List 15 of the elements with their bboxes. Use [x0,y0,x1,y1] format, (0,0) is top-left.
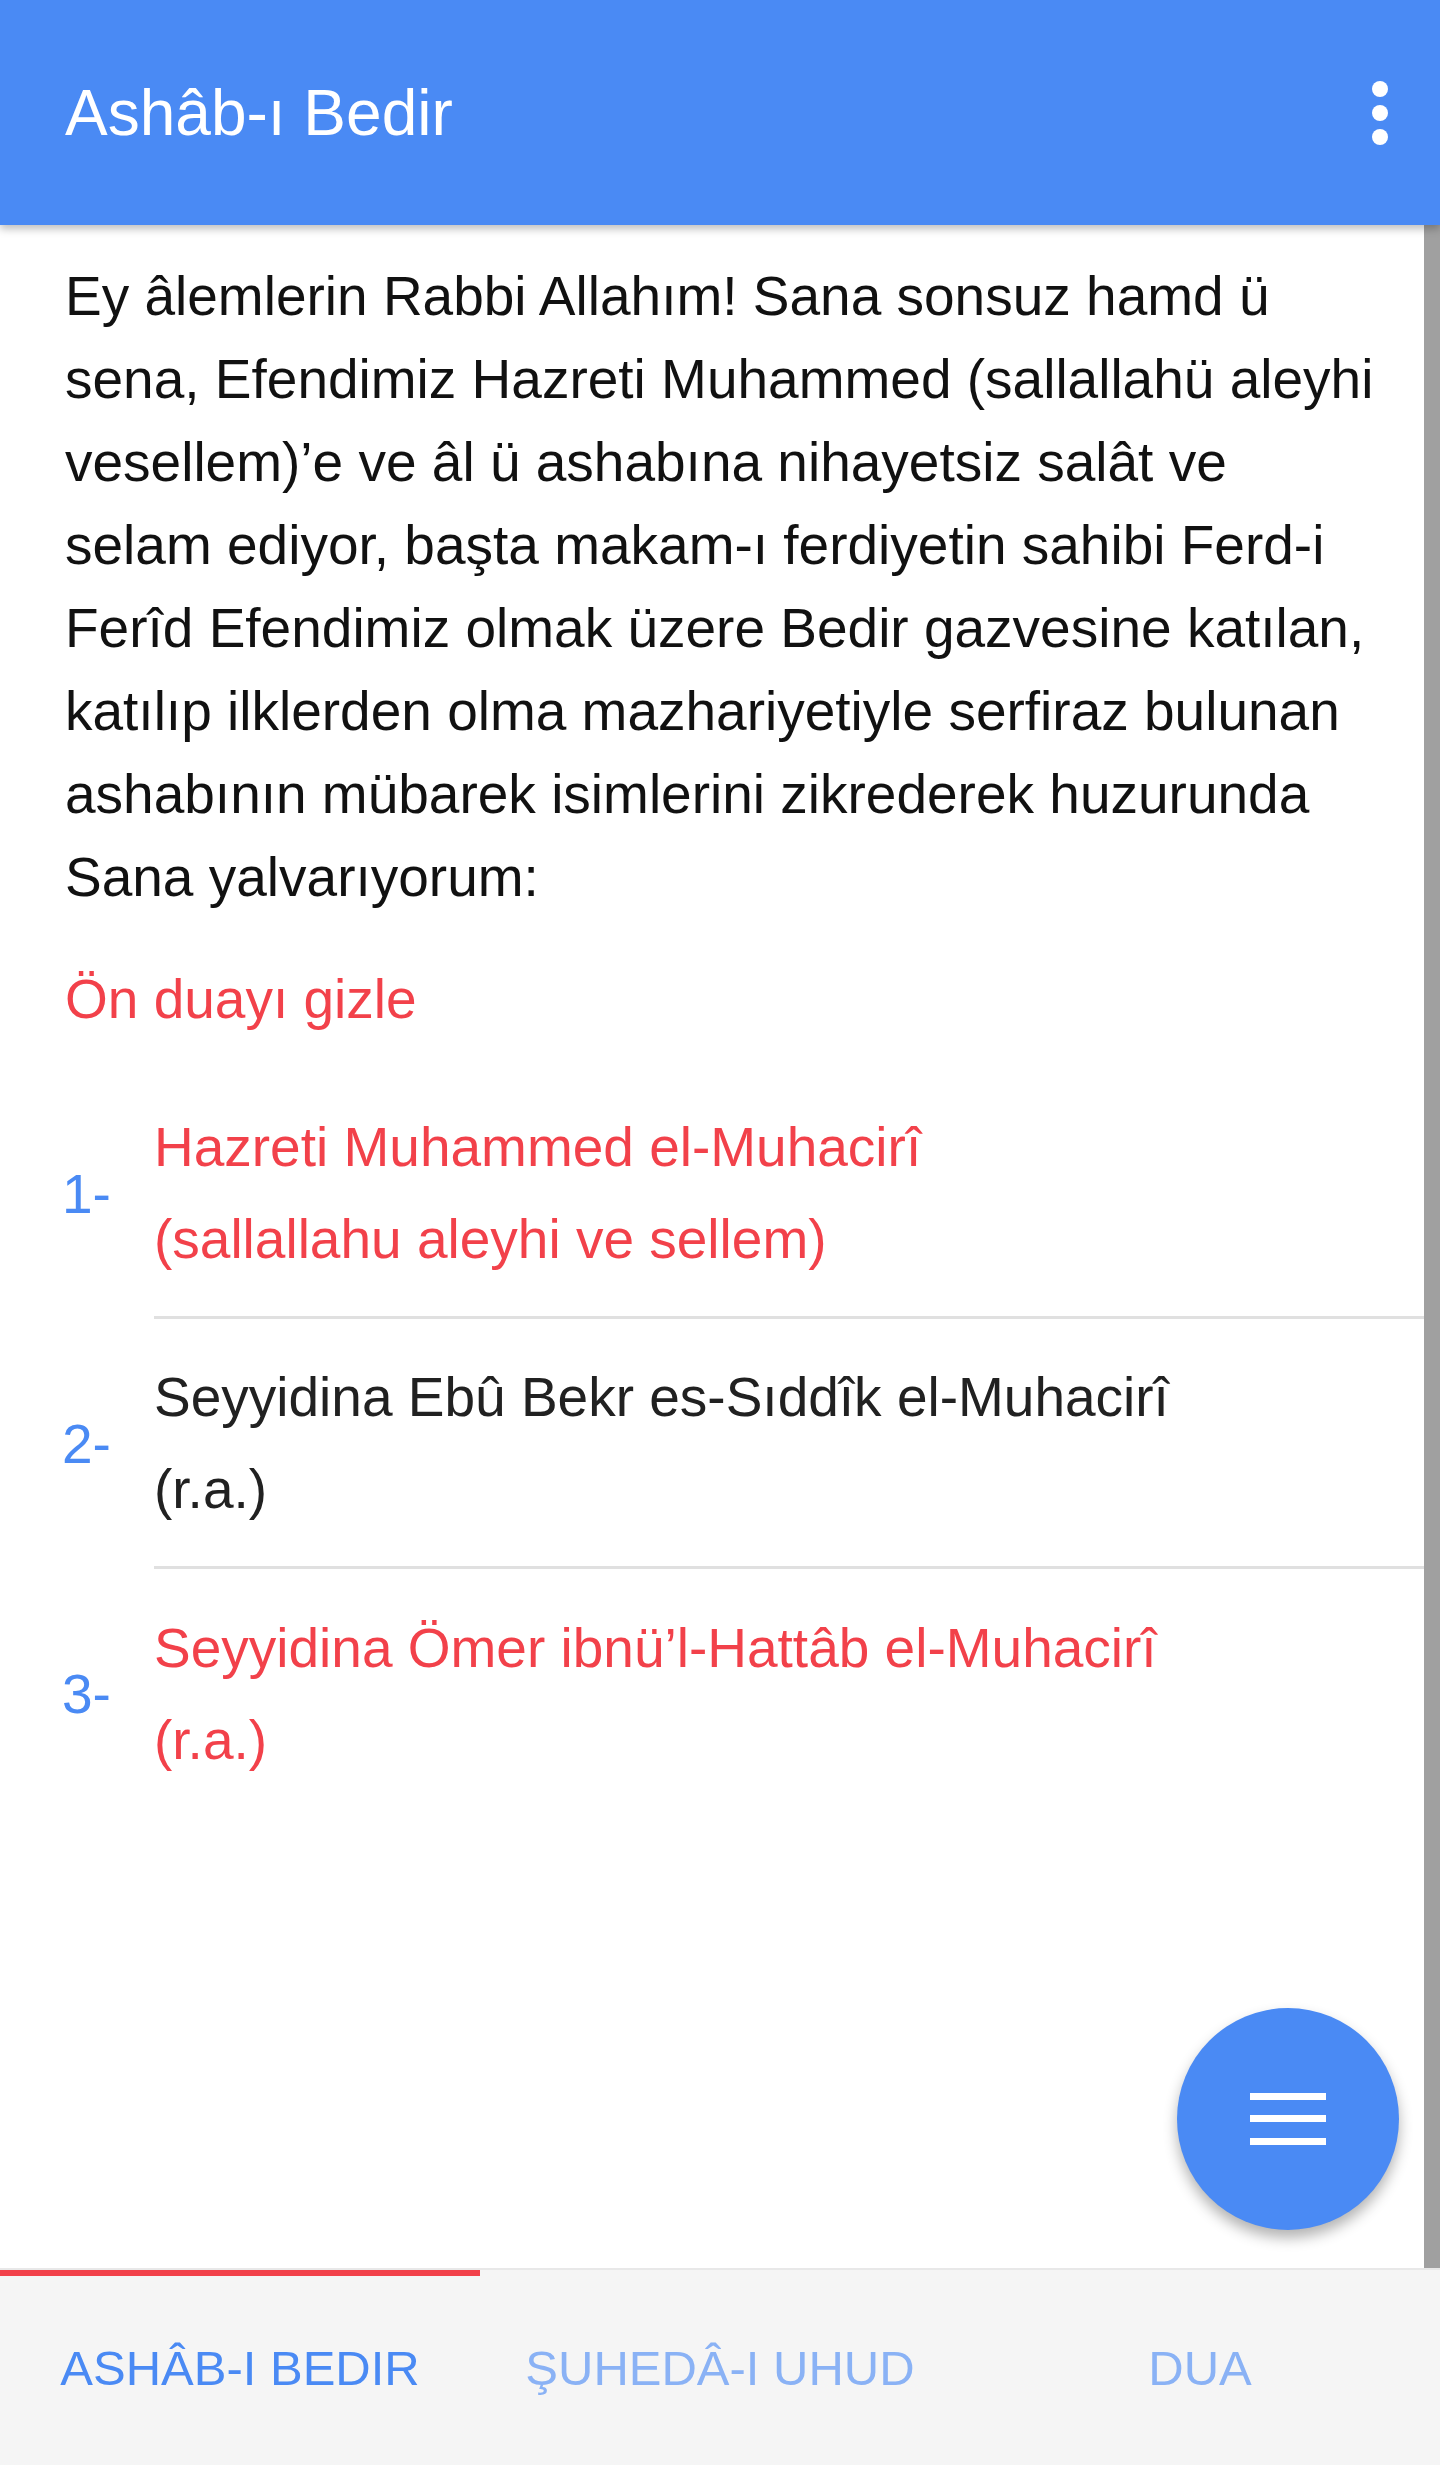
menu-icon [1250,2093,1326,2145]
app-title: Ashâb-ı Bedir [65,75,453,150]
tab[interactable]: DUA [960,2270,1440,2465]
tab[interactable]: ŞUHEDÂ-I UHUD [480,2270,960,2465]
hide-prayer-link[interactable]: Ön duayı gizle [65,959,417,1039]
item-number: 3- [61,1662,112,1726]
scrollbar[interactable] [1424,225,1440,2268]
companion-name[interactable]: Hazreti Muhammed el-Muhacirî (sallallahu aleyhi ve sellem) [154,1100,1174,1285]
item-number: 1- [61,1162,112,1226]
tab[interactable]: ASHÂB-I BEDIR [0,2270,480,2465]
companion-name[interactable]: Seyyidina Ebû Bekr es-Sıddîk el-Muhacirî (r.a.) [154,1350,1174,1535]
intro-prayer-text: Ey âlemlerin Rabbi Allahım! Sana sonsuz hamd ü sena, Efendimiz Hazreti Muhammed (sallallahü aleyhi vesellem)’e ve âl ü ashabına nihayetsiz salât ve selam ediyor, başta makam-ı ferdiyetin sahibi Ferd-i Ferîd Efendimiz olmak üzere Bedir gazvesine katılan, katılıp ilklerden olma mazhariyetiyle serfiraz bulunan ashabının mübarek isimlerini zikrederek huzurunda Sana yalvarıyorum: [65,264,1375,910]
companion-name[interactable]: Seyyidina Ömer ibnü’l-Hattâb el-Muhacirî (r.a.) [154,1602,1174,1786]
item-number: 2- [61,1412,112,1476]
more-vertical-icon [1370,80,1390,145]
